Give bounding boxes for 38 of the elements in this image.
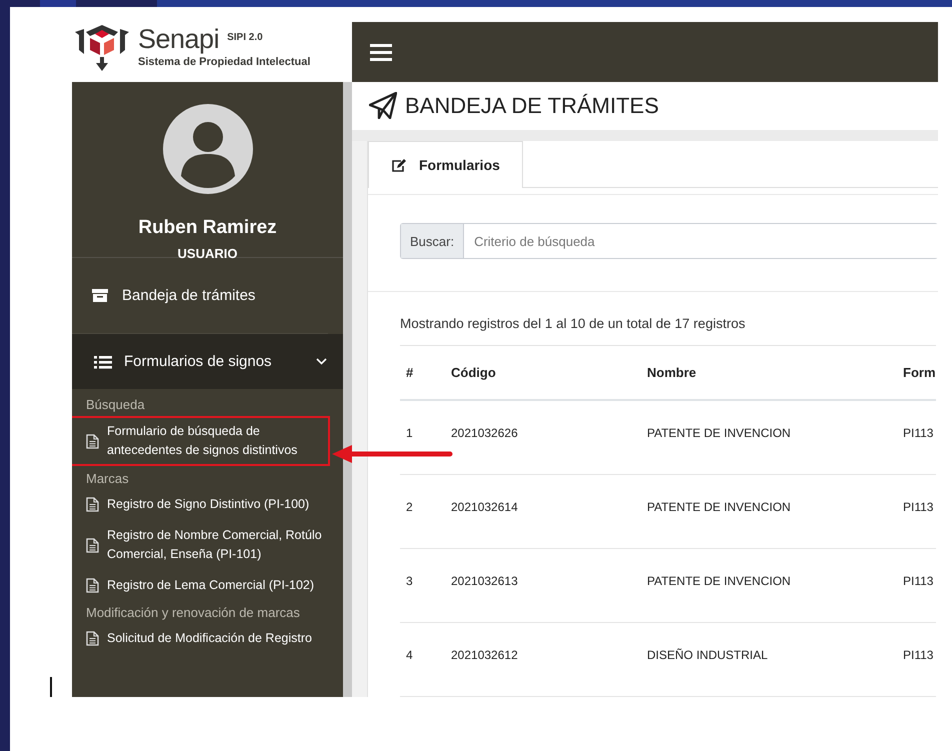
logo-version: SIPI 2.0 [227, 32, 263, 43]
table-cell: 4 [400, 622, 445, 696]
logo-name: Senapi [138, 24, 220, 54]
table-cell: 1 [400, 400, 445, 474]
column-header: Form [897, 346, 936, 400]
sidebar-group-header[interactable]: Formularios de signos [72, 334, 343, 389]
submenu-heading: Modificación y renovación de marcas [85, 604, 301, 622]
table-cell: PATENTE DE INVENCION [641, 400, 897, 474]
table-cell: 2021032614 [445, 474, 641, 548]
column-header: Nombre [641, 346, 897, 400]
column-header: Código [445, 346, 641, 400]
sidebar-form-link[interactable]: Registro de Signo Distintivo (PI-100) [72, 491, 343, 518]
sidebar-form-link[interactable]: Registro de Lema Comercial (PI-102) [72, 572, 343, 599]
table-cell: PI113 [897, 548, 936, 622]
table-cell: 2 [400, 474, 445, 548]
sidebar-form-link[interactable]: Formulario de búsqueda de antecedentes de signos distintivos [86, 422, 326, 460]
table-cell: 2021032613 [445, 548, 641, 622]
sidebar-form-link[interactable]: Solicitud de Modificación de Registro [72, 625, 343, 652]
column-header: # [400, 346, 445, 400]
table-cell: PI113 [897, 474, 936, 548]
submenu-heading: Marcas [85, 470, 130, 488]
user-role: USUARIO [178, 246, 238, 261]
user-name: Ruben Ramirez [138, 217, 277, 239]
table-cell: PI113 [897, 622, 936, 696]
page-title: BANDEJA DE TRÁMITES [405, 92, 659, 119]
table-cell: 2021032626 [445, 400, 641, 474]
table-cell: 2021032612 [445, 622, 641, 696]
table-cell: PATENTE DE INVENCION [641, 474, 897, 548]
table-cell: 3 [400, 548, 445, 622]
submenu-heading: Búsqueda [85, 396, 146, 414]
table-cell: PI113 [897, 400, 936, 474]
tab[interactable]: Formularios [368, 141, 523, 188]
records-info: Mostrando registros del 1 al 10 de un total de 17 registros [400, 316, 746, 331]
table-cell: DISEÑO INDUSTRIAL [641, 622, 897, 696]
logo-subtitle: Sistema de Propiedad Intelectual [138, 56, 310, 68]
search-field[interactable]: Buscar: Criterio de búsqueda [400, 223, 938, 259]
sidebar-form-link[interactable]: Registro de Nombre Comercial, Rotúlo Comercial, Enseña (PI-101) [72, 522, 343, 568]
table-cell: PATENTE DE INVENCION [641, 548, 897, 622]
